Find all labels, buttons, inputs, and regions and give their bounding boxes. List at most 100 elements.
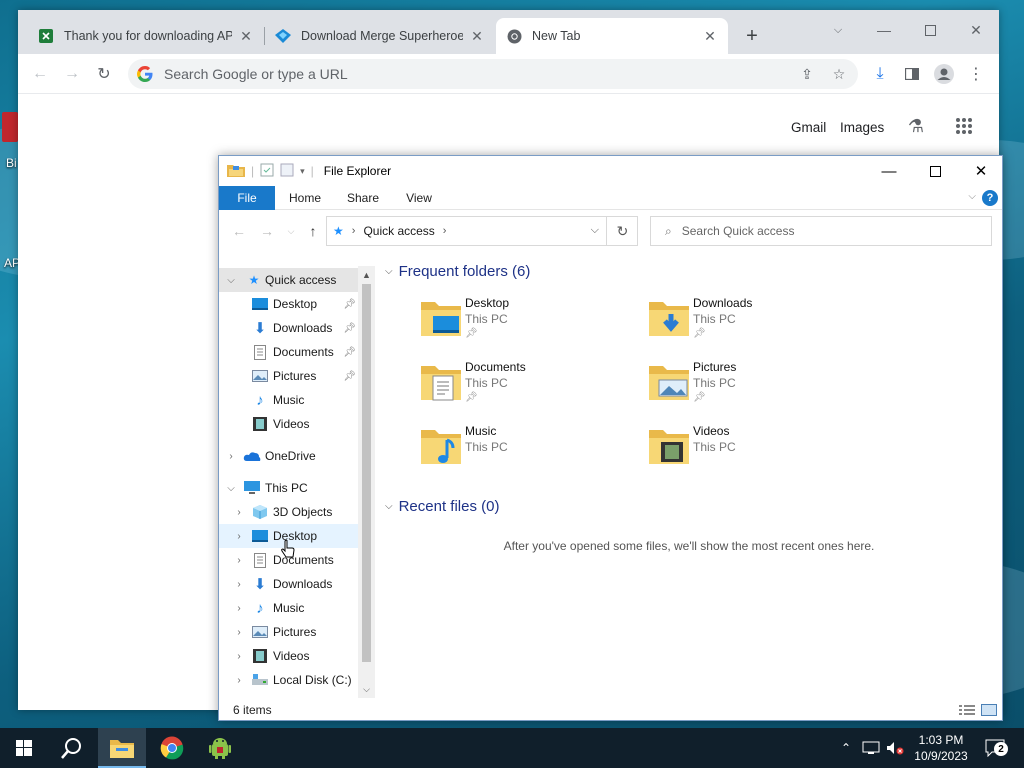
close-icon[interactable]: ✕ (702, 28, 718, 44)
minimize-button[interactable]: — (868, 16, 900, 44)
customize-toolbar-icon[interactable]: ▾ (300, 166, 305, 177)
tree-item-onedrive[interactable]: › OneDrive (219, 444, 358, 468)
bookmark-star-icon[interactable]: ☆ (830, 65, 848, 83)
folder-tile[interactable]: Downloads This PC 📌︎ (647, 296, 867, 356)
forward-arrow-icon[interactable]: → (58, 60, 86, 88)
network-icon[interactable] (860, 728, 882, 768)
system-clock[interactable]: 1:03 PM 10/9/2023 (906, 732, 976, 764)
forward-arrow-icon[interactable]: → (257, 221, 277, 241)
address-dropdown-icon[interactable]: ⌵ (591, 224, 599, 237)
desktop-icon-label[interactable]: Bi (6, 156, 17, 170)
tree-item-pc-pictures[interactable]: › Pictures (219, 620, 358, 644)
images-link[interactable]: Images (840, 120, 884, 135)
download-icon[interactable]: ⤓ (866, 60, 894, 88)
tree-item-videos[interactable]: Videos (219, 412, 358, 436)
close-icon[interactable]: ✕ (469, 28, 485, 44)
profile-avatar-icon[interactable] (930, 60, 958, 88)
chrome-tab[interactable]: New Tab ✕ (496, 18, 728, 54)
chevron-right-icon[interactable]: › (233, 626, 245, 638)
action-center-icon[interactable]: 2 (982, 728, 1008, 768)
chevron-down-icon[interactable]: ⌵ (225, 274, 237, 286)
tree-item-pc-music[interactable]: › ♪ Music (219, 596, 358, 620)
chrome-tab[interactable]: Thank you for downloading APK ✕ (28, 18, 264, 54)
close-icon[interactable]: ✕ (238, 28, 254, 44)
up-arrow-icon[interactable]: ↑ (303, 221, 323, 241)
start-button[interactable] (0, 728, 48, 768)
volume-muted-icon[interactable] (884, 728, 906, 768)
ribbon-tab-view[interactable]: View (395, 186, 443, 210)
show-hidden-icons-icon[interactable]: ⌃ (836, 728, 856, 768)
breadcrumb-separator-icon[interactable]: › (443, 225, 447, 237)
search-button[interactable] (48, 728, 96, 768)
scroll-up-icon[interactable]: ▲ (358, 266, 375, 283)
new-tab-button[interactable]: + (740, 24, 764, 48)
properties-icon[interactable] (260, 163, 274, 180)
chevron-right-icon[interactable]: › (233, 650, 245, 662)
reload-icon[interactable]: ↻ (90, 60, 118, 88)
breadcrumb[interactable]: Quick access (363, 224, 434, 238)
menu-kebab-icon[interactable]: ⋮ (962, 60, 990, 88)
folder-tile[interactable]: Videos This PC (647, 424, 867, 484)
ribbon-tab-home[interactable]: Home (281, 186, 329, 210)
chrome-tab[interactable]: Download Merge Superheroes F ✕ (265, 18, 495, 54)
close-button[interactable]: ✕ (960, 16, 992, 44)
tree-item-3d-objects[interactable]: › 3D Objects (219, 500, 358, 524)
chevron-right-icon[interactable]: › (233, 674, 245, 686)
minimize-button[interactable]: — (866, 156, 912, 186)
desktop-icon-label[interactable] (2, 112, 18, 142)
tree-item-quick-access[interactable]: ⌵ ★ Quick access (219, 268, 358, 292)
group-header-recent[interactable]: ⌵ Recent files (0) (385, 498, 499, 515)
nav-pane-scrollbar[interactable]: ▲ ⌵ (358, 266, 375, 698)
tree-item-music[interactable]: ♪ Music (219, 388, 358, 412)
tree-item-this-pc[interactable]: ⌵ This PC (219, 476, 358, 500)
taskbar-chrome[interactable] (148, 728, 196, 768)
chevron-right-icon[interactable]: › (233, 506, 245, 518)
chevron-right-icon[interactable]: › (233, 578, 245, 590)
ribbon-tab-share[interactable]: Share (339, 186, 387, 210)
tree-item-pc-downloads[interactable]: › ⬇ Downloads (219, 572, 358, 596)
help-icon[interactable]: ? (982, 190, 998, 206)
chevron-down-icon[interactable]: ⌵ (225, 482, 237, 494)
tree-item-pictures[interactable]: Pictures 📌︎ (219, 364, 358, 388)
ribbon-tab-file[interactable]: File (219, 186, 275, 210)
scroll-down-icon[interactable]: ⌵ (358, 681, 375, 698)
share-icon[interactable]: ⇪ (798, 65, 816, 83)
chevron-right-icon[interactable]: › (225, 450, 237, 462)
omnibox[interactable]: Search Google or type a URL ⇪ ☆ (128, 59, 858, 89)
tree-item-documents[interactable]: Documents 📌︎ (219, 340, 358, 364)
chevron-down-icon[interactable]: ⌵ (385, 501, 393, 512)
refresh-icon[interactable]: ↻ (606, 216, 638, 246)
expand-ribbon-icon[interactable]: ⌵ (968, 191, 976, 202)
tree-item-local-disk[interactable]: › Local Disk (C:) (219, 668, 358, 692)
folder-tile[interactable]: Pictures This PC 📌︎ (647, 360, 867, 420)
group-header-frequent[interactable]: ⌵ Frequent folders (6) (385, 263, 530, 280)
maximize-button[interactable] (914, 16, 946, 44)
folder-tile[interactable]: Music This PC (419, 424, 639, 484)
breadcrumb-separator-icon[interactable]: › (352, 225, 356, 237)
scrollbar-thumb[interactable] (362, 284, 371, 662)
gmail-link[interactable]: Gmail (791, 120, 826, 135)
close-button[interactable]: ✕ (958, 156, 1004, 186)
folder-tile[interactable]: Desktop This PC 📌︎ (419, 296, 639, 356)
taskbar-android-app[interactable] (196, 728, 244, 768)
explorer-title-bar[interactable]: | ▾ | File Explorer — ✕ (219, 156, 1002, 186)
tree-item-downloads[interactable]: ⬇ Downloads 📌︎ (219, 316, 358, 340)
folder-tile[interactable]: Documents This PC 📌︎ (419, 360, 639, 420)
address-bar[interactable]: ★ › Quick access › ⌵ (326, 216, 638, 246)
large-icons-view-icon[interactable] (981, 704, 997, 716)
labs-flask-icon[interactable]: ⚗ (904, 114, 928, 138)
recent-locations-icon[interactable]: ⌵ (281, 221, 301, 241)
tab-search-icon[interactable]: ⌵ (822, 16, 854, 44)
chevron-down-icon[interactable]: ⌵ (385, 266, 393, 277)
chevron-right-icon[interactable]: › (233, 530, 245, 542)
back-arrow-icon[interactable]: ← (26, 60, 54, 88)
apps-grid-icon[interactable] (952, 114, 976, 138)
details-view-icon[interactable] (959, 704, 975, 716)
chevron-right-icon[interactable]: › (233, 554, 245, 566)
tree-item-desktop[interactable]: Desktop 📌︎ (219, 292, 358, 316)
taskbar-file-explorer[interactable] (98, 728, 146, 768)
back-arrow-icon[interactable]: ← (229, 221, 249, 241)
side-panel-icon[interactable] (898, 60, 926, 88)
search-input[interactable]: ⌕ Search Quick access (650, 216, 992, 246)
maximize-button[interactable] (912, 156, 958, 186)
